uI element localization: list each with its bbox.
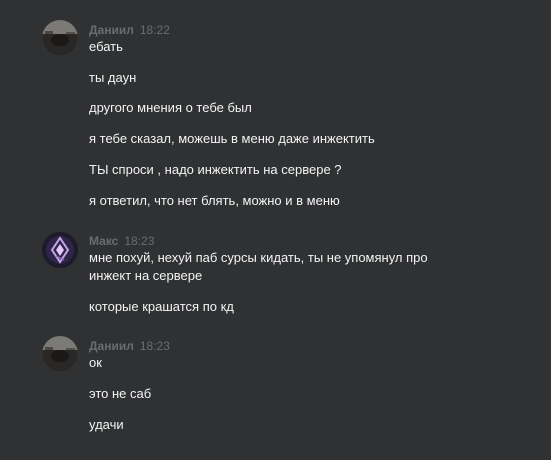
author-name[interactable]: Даниил <box>89 23 134 37</box>
message-header: Даниил 18:22 <box>89 22 170 38</box>
message-header: Даниил 18:23 <box>89 338 170 354</box>
message-text: которые крашатся по кд <box>89 299 234 314</box>
author-name[interactable]: Макс <box>89 234 118 248</box>
message-text: мне похуй, нехуй паб сурсы кидать, ты не… <box>89 250 428 283</box>
message-header: Макс 18:23 <box>89 233 154 249</box>
message-text: ты даун <box>89 70 137 85</box>
avatar[interactable] <box>42 232 78 268</box>
chat-log: Даниил 18:22 ебать ты даун другого мнения… <box>0 0 551 460</box>
message-text: другого мнения о тебе был <box>89 100 252 115</box>
purple-emblem-avatar-icon <box>42 232 78 268</box>
timestamp: 18:23 <box>124 234 155 248</box>
message-text: удачи <box>89 417 124 432</box>
author-name[interactable]: Даниил <box>89 339 134 353</box>
message-text: я ответил, что нет блять, можно и в меню <box>89 193 340 208</box>
dark-photo-avatar-icon <box>42 20 78 56</box>
dark-photo-avatar-icon <box>42 336 78 372</box>
avatar[interactable] <box>42 20 78 56</box>
message-text: это не саб <box>89 386 152 401</box>
timestamp: 18:23 <box>139 339 170 353</box>
message-text: ебать <box>89 39 123 54</box>
message-text: ок <box>89 355 102 370</box>
message-text: я тебе сказал, можешь в меню даже инжект… <box>89 131 375 146</box>
avatar[interactable] <box>42 336 78 372</box>
message-text: ТЫ спроси , надо инжектить на сервере ? <box>89 162 342 177</box>
timestamp: 18:22 <box>139 23 170 37</box>
